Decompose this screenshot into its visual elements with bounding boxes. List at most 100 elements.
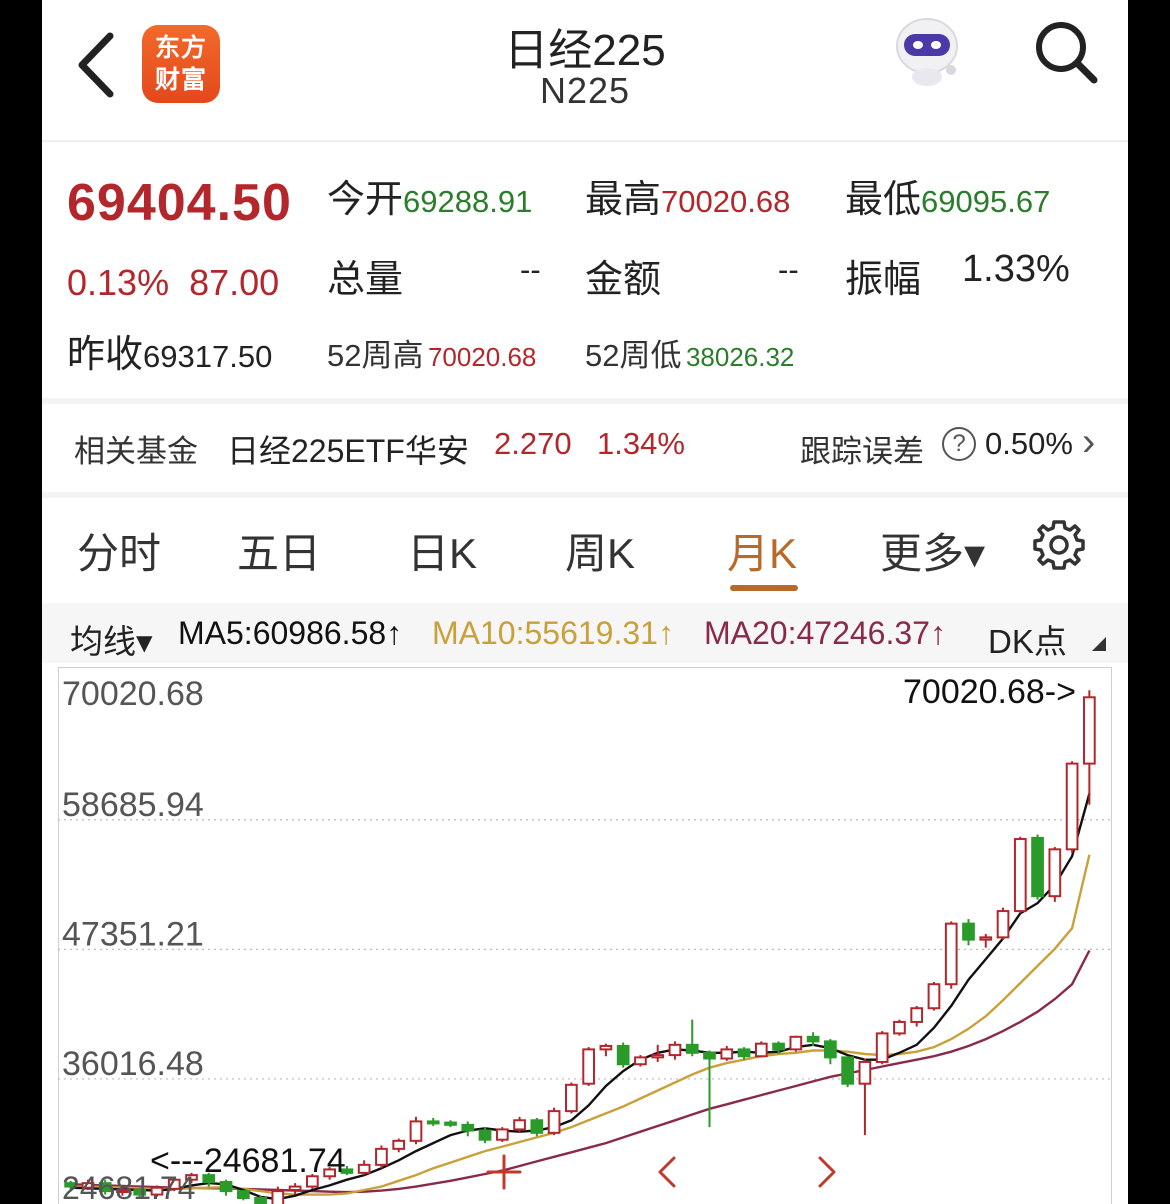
- low-label: 最低: [845, 179, 922, 221]
- change-value: 87.00: [189, 262, 280, 303]
- chevron-right-icon[interactable]: [818, 1156, 836, 1188]
- tab-intraday[interactable]: 分时: [77, 520, 161, 581]
- candle-up: [1013, 838, 1027, 913]
- chevron-right-icon[interactable]: ›: [1082, 420, 1095, 465]
- amount-label: 金额: [585, 259, 662, 301]
- candle-up: [927, 983, 941, 1010]
- tab-five-day[interactable]: 五日: [237, 520, 321, 581]
- related-fund-bar[interactable]: 相关基金 日经225ETF华安 2.270 1.34% 跟踪误差 ? 0.50%…: [42, 404, 1128, 490]
- candle-down: [616, 1044, 630, 1066]
- candle-up: [858, 1060, 872, 1085]
- ma-legend-bar: 均线▾ MA5:60986.58↑ MA10:55619.31↑ MA20:47…: [42, 603, 1128, 663]
- candle-down: [685, 1043, 699, 1054]
- candle-up: [910, 1007, 924, 1023]
- fund-price: 2.270: [494, 426, 572, 461]
- candle-up: [582, 1048, 595, 1085]
- candle-up: [1048, 848, 1062, 898]
- high-label: 最高: [585, 179, 662, 221]
- stock-detail-page: 东方 财富 日经225 N225 69404.50 0.13% 87.00 昨收…: [42, 0, 1128, 1204]
- dk-point-toggle[interactable]: DK点: [988, 615, 1067, 663]
- price-change: 0.13% 87.00: [67, 262, 279, 304]
- w52-low-row: 52周低 38026.32: [585, 330, 794, 375]
- tab-monthly-k[interactable]: 月K: [727, 520, 797, 581]
- y-tick-label: 70020.68: [62, 675, 204, 713]
- fund-label: 相关基金: [74, 434, 198, 469]
- candle-up: [513, 1119, 526, 1131]
- candle-down: [236, 1190, 250, 1199]
- search-icon[interactable]: [1032, 18, 1100, 86]
- candle-up: [271, 1190, 285, 1204]
- candle-up: [495, 1128, 509, 1141]
- divider: [42, 140, 1128, 142]
- candle-down: [461, 1123, 475, 1132]
- active-tab-indicator: [730, 585, 798, 591]
- candle-up: [1083, 696, 1096, 765]
- candle-up: [720, 1048, 734, 1060]
- fund-name[interactable]: 日经225ETF华安: [227, 426, 469, 472]
- bottom-axis-label: 24681.74: [62, 1170, 195, 1204]
- candle-down: [1031, 836, 1044, 898]
- candle-up: [599, 1044, 613, 1051]
- w52-low-value: 38026.32: [685, 342, 795, 372]
- plus-icon[interactable]: [486, 1154, 522, 1190]
- candle-up: [565, 1083, 578, 1113]
- tab-more[interactable]: 更多▾: [880, 520, 985, 581]
- tracking-error-label: 跟踪误差: [800, 434, 924, 469]
- gear-icon[interactable]: [1032, 518, 1086, 572]
- candle-down: [478, 1129, 492, 1141]
- candle-up: [979, 936, 993, 941]
- w52-high-value: 70020.68: [427, 342, 537, 372]
- candle-down: [772, 1042, 785, 1051]
- candle-down: [841, 1056, 854, 1085]
- candle-up: [651, 1054, 665, 1059]
- w52-low-label: 52周低: [585, 338, 682, 373]
- ma5-legend: MA5:60986.58↑: [178, 615, 403, 651]
- corner-triangle-icon[interactable]: [1092, 637, 1106, 651]
- amplitude-value: 1.33%: [962, 248, 1070, 290]
- ma10-legend: MA10:55619.31↑: [432, 615, 674, 651]
- amount-value: --: [778, 252, 799, 287]
- candle-down: [962, 922, 975, 941]
- amplitude-label: 振幅: [845, 259, 922, 301]
- candle-down: [806, 1035, 820, 1043]
- fund-pct: 1.34%: [597, 426, 685, 461]
- candle-up: [1065, 762, 1079, 851]
- kline-chart[interactable]: 70020.68 58685.94 47351.21 36016.48 70020.68…: [58, 667, 1112, 1204]
- max-value-label: 70020.68->: [903, 673, 1076, 711]
- w52-high-label: 52周高: [327, 338, 424, 373]
- tracking-error-value: 0.50%: [985, 426, 1073, 461]
- candle-down: [254, 1196, 267, 1204]
- high-row: 最高70020.68: [585, 168, 790, 223]
- tab-weekly-k[interactable]: 周K: [565, 520, 635, 581]
- period-tabs: 分时 五日 日K 周K 月K 更多▾: [42, 500, 1128, 600]
- candle-up: [893, 1020, 906, 1035]
- candle-down: [824, 1040, 837, 1059]
- prev-close-row: 昨收69317.50: [67, 323, 272, 378]
- ma20-legend: MA20:47246.37↑: [704, 615, 946, 651]
- prev-close-value: 69317.50: [143, 339, 273, 374]
- help-icon[interactable]: ?: [942, 427, 976, 461]
- candle-down: [444, 1121, 457, 1126]
- candle-up: [996, 910, 1010, 939]
- last-price: 69404.50: [67, 174, 292, 232]
- prev-close-label: 昨收: [67, 334, 144, 376]
- candle-up: [875, 1032, 889, 1063]
- candle-up: [789, 1035, 803, 1051]
- low-value: 69095.67: [921, 184, 1051, 219]
- change-percent: 0.13%: [67, 262, 170, 303]
- candle-down: [219, 1180, 233, 1193]
- robot-assistant-icon[interactable]: [887, 10, 967, 90]
- section-gap: [42, 492, 1128, 498]
- chevron-left-icon[interactable]: [658, 1156, 676, 1188]
- candle-up: [754, 1042, 768, 1058]
- candle-down: [703, 1051, 716, 1060]
- candle-up: [392, 1139, 406, 1150]
- open-row: 今开69288.91: [327, 168, 532, 223]
- ma-selector[interactable]: 均线▾: [70, 615, 153, 663]
- y-tick-label: 47351.21: [62, 915, 204, 953]
- candle-up: [357, 1163, 371, 1174]
- w52-high-row: 52周高 70020.68: [327, 330, 536, 375]
- candle-up: [547, 1110, 561, 1134]
- tab-daily-k[interactable]: 日K: [407, 520, 477, 581]
- candle-up: [634, 1056, 647, 1066]
